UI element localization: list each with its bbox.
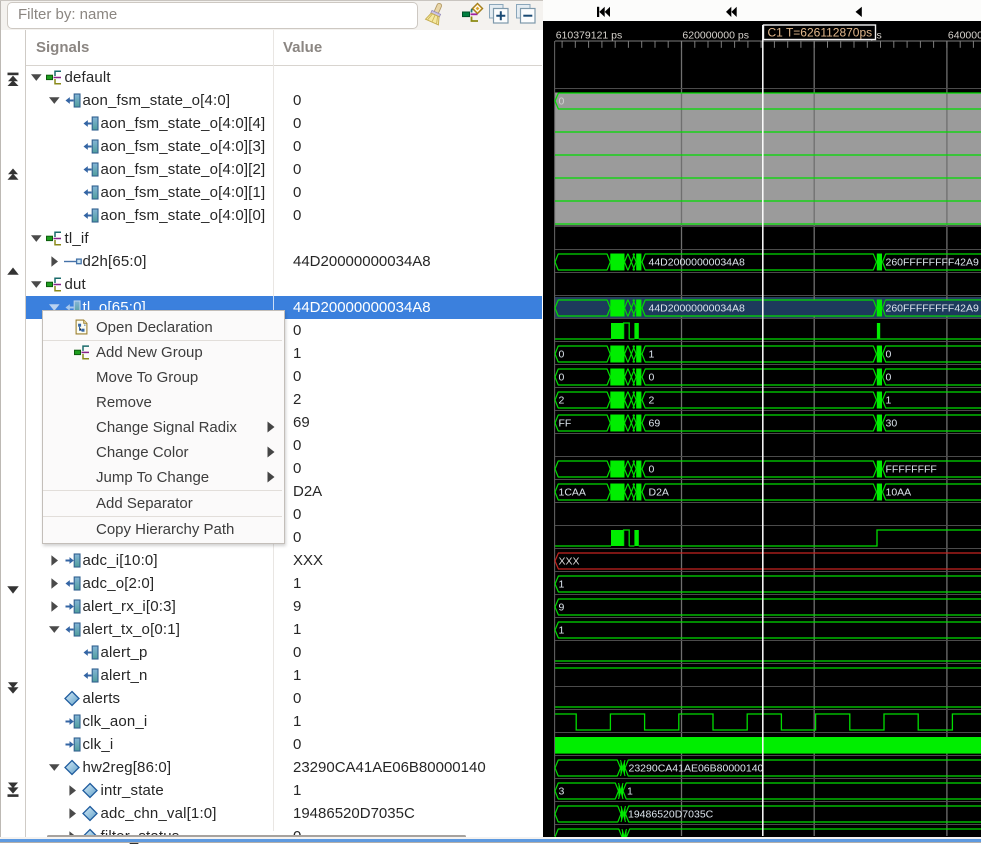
svg-text:640000000 ps: 640000000 ps [948,30,981,42]
svg-text:2: 2 [649,395,655,407]
svg-text:0: 0 [559,96,565,108]
svg-text:FF: FF [559,418,572,430]
svg-text:1: 1 [559,625,565,637]
svg-text:1: 1 [649,349,655,361]
svg-text:1CAA: 1CAA [559,487,586,499]
svg-text:610379121 ps: 610379121 ps [556,30,623,42]
svg-text:XXX: XXX [559,556,580,568]
svg-text:0: 0 [559,349,565,361]
svg-text:23290CA41AE06B80000140: 23290CA41AE06B80000140 [629,763,764,775]
svg-text:1: 1 [886,395,892,407]
svg-text:260FFFFFFFF42A9: 260FFFFFFFF42A9 [886,257,980,269]
svg-text:0: 0 [886,372,892,384]
svg-text:10AA: 10AA [886,487,912,499]
svg-text:44D20000000034A8: 44D20000000034A8 [649,257,746,269]
svg-text:3: 3 [559,786,565,798]
svg-text:1: 1 [627,786,633,798]
svg-text:0: 0 [649,372,655,384]
svg-text:44D20000000034A8: 44D20000000034A8 [649,303,746,315]
svg-text:D2A: D2A [649,487,669,499]
svg-text:9: 9 [559,602,565,614]
svg-text:C1 T=626112870ps: C1 T=626112870ps [768,25,873,39]
svg-text:0: 0 [886,349,892,361]
svg-text:FFFFFFFF: FFFFFFFF [886,464,937,476]
svg-text:30: 30 [886,418,898,430]
svg-text:620000000 ps: 620000000 ps [682,30,749,42]
svg-text:1: 1 [559,579,565,591]
svg-text:0: 0 [559,372,565,384]
svg-text:2: 2 [559,395,565,407]
svg-text:0: 0 [649,464,655,476]
svg-text:260FFFFFFFF42A9: 260FFFFFFFF42A9 [886,303,980,315]
svg-text:19486520D7035C: 19486520D7035C [628,809,714,821]
svg-text:69: 69 [649,418,661,430]
